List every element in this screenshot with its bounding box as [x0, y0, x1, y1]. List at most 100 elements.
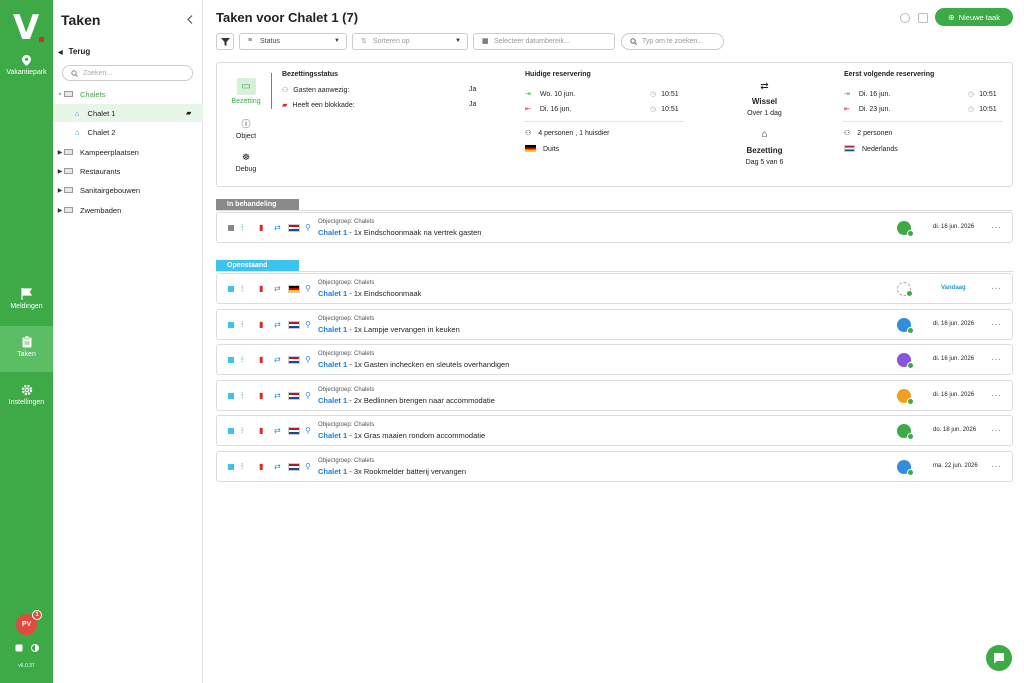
task-row[interactable]: ⦙⦙ ▮ ⇄ ⚲ Objectgroep: Chalets Chalet 1 - 1x E… — [216, 273, 1013, 304]
nav-taken[interactable]: Taken — [0, 326, 53, 372]
nav-meldingen[interactable]: Meldingen — [0, 288, 53, 318]
more-menu-icon[interactable]: ··· — [991, 283, 1001, 294]
print-icon[interactable] — [918, 13, 928, 23]
person-icon: ⚲ — [305, 391, 311, 400]
block-row: ▰ Heeft een blokkade: — [282, 102, 355, 109]
new-task-button[interactable]: ⊕ Nieuwe taak — [935, 8, 1013, 26]
add-assignee-icon — [907, 398, 914, 405]
task-object-link[interactable]: Chalet 1 — [318, 360, 347, 369]
sort-icon: ⇅ — [361, 38, 367, 45]
search-icon — [630, 38, 637, 45]
tree-item-chalet-1[interactable]: ⌂ Chalet 1 ▰ — [53, 104, 203, 122]
assignee-avatar[interactable] — [897, 424, 914, 440]
park-selector[interactable]: Vakantiepark — [0, 55, 53, 76]
nav-instellingen[interactable]: Instellingen — [0, 384, 53, 414]
more-menu-icon[interactable]: ··· — [991, 222, 1001, 233]
checkin-icon: ⇥ — [525, 91, 531, 98]
filter-toggle-button[interactable] — [216, 33, 234, 50]
chevron-down-icon: ▼ — [334, 38, 340, 44]
theme-toggle-icon[interactable] — [31, 644, 39, 652]
tree-item-kampeerplaatsen[interactable]: ▶ Kampeerplaatsen — [53, 143, 203, 161]
task-object-link[interactable]: Chalet 1 — [318, 431, 347, 440]
tab-bezetting[interactable]: ▭ Bezetting — [229, 78, 263, 105]
task-row[interactable]: ⦙⦙ ▮ ⇄ ⚲ Objectgroep: Chalets Chalet 1 - 1x E… — [216, 212, 1013, 243]
task-title[interactable]: Chalet 1 - 3x Rookmelder batterij vervan… — [318, 467, 466, 476]
task-row[interactable]: ⦙⦙ ▮ ⇄ ⚲ Objectgroep: Chalets Chalet 1 - 1x G… — [216, 344, 1013, 375]
group-icon — [64, 149, 73, 155]
assignee-avatar[interactable] — [897, 282, 913, 297]
flag-icon — [288, 463, 300, 471]
checkout-time: ◷ 10:51 — [650, 106, 679, 113]
task-group: Objectgroep: Chalets — [318, 316, 375, 322]
more-menu-icon[interactable]: ··· — [991, 354, 1001, 365]
status-square — [228, 225, 234, 231]
checkin-row: ⇥ Wo. 10 jun. — [525, 91, 576, 98]
task-object-link[interactable]: Chalet 1 — [318, 289, 347, 298]
task-object-link[interactable]: Chalet 1 — [318, 467, 347, 476]
task-search-input[interactable]: Typ om te zoeken... — [621, 33, 724, 50]
person-icon: ⚲ — [305, 462, 311, 471]
task-title[interactable]: Chalet 1 - 1x Eindschoonmaak na vertrek … — [318, 228, 481, 237]
divider — [216, 271, 1013, 272]
more-menu-icon[interactable]: ··· — [991, 461, 1001, 472]
task-row[interactable]: ⦙⦙ ▮ ⇄ ⚲ Objectgroep: Chalets Chalet 1 - 1x G… — [216, 415, 1013, 446]
task-date: Vandaag — [941, 285, 966, 291]
task-object-link[interactable]: Chalet 1 — [318, 396, 347, 405]
status-square — [228, 428, 234, 434]
sort-select[interactable]: ⇅ Sorteren op ▼ — [352, 33, 468, 50]
user-avatar[interactable]: PV 1 — [16, 610, 42, 635]
chevron-left-icon[interactable] — [187, 15, 193, 24]
task-title[interactable]: Chalet 1 - 1x Gras maaien rondom accommo… — [318, 431, 485, 440]
assignee-avatar[interactable] — [897, 389, 914, 405]
task-group: Objectgroep: Chalets — [318, 219, 375, 225]
assignee-avatar[interactable] — [897, 460, 914, 476]
assignee-avatar[interactable] — [897, 221, 914, 237]
park-label: Vakantiepark — [6, 69, 47, 76]
task-row[interactable]: ⦙⦙ ▮ ⇄ ⚲ Objectgroep: Chalets Chalet 1 - 1x L… — [216, 309, 1013, 340]
switch-title: Wissel — [751, 97, 778, 106]
checkout-icon: ⇤ — [525, 106, 531, 113]
tree-item-restaurants[interactable]: ▶ Restaurants — [53, 162, 203, 180]
task-title[interactable]: Chalet 1 - 2x Bedlinnen brengen naar acc… — [318, 396, 495, 405]
add-assignee-icon — [907, 469, 914, 476]
chat-bubble-icon — [994, 653, 1004, 664]
group-icon — [64, 187, 73, 193]
tree-search-input[interactable]: Zoeken... — [62, 65, 193, 81]
assignee-avatar[interactable] — [897, 318, 914, 334]
task-title[interactable]: Chalet 1 - 1x Eindschoonmaak — [318, 289, 421, 298]
tree-item-chalet-2[interactable]: ⌂ Chalet 2 — [53, 123, 203, 141]
next-checkout-time: ◷ 10:51 — [968, 106, 997, 113]
tab-debug[interactable]: ☸ Debug — [229, 152, 263, 173]
status-select[interactable]: ≡ Status ▼ — [239, 33, 347, 50]
settings-icon[interactable] — [900, 13, 910, 23]
task-title[interactable]: Chalet 1 - 1x Lampje vervangen in keuken — [318, 325, 460, 334]
more-menu-icon[interactable]: ··· — [991, 390, 1001, 401]
app-version: v6.0.37 — [18, 663, 35, 669]
tab-object[interactable]: ⓘ Object — [229, 117, 263, 140]
date-range-input[interactable]: ▦ Selecteer datumbereik... — [473, 33, 615, 50]
swap-icon: ⇄ — [274, 355, 281, 364]
more-menu-icon[interactable]: ··· — [991, 319, 1001, 330]
task-row[interactable]: ⦙⦙ ▮ ⇄ ⚲ Objectgroep: Chalets Chalet 1 - 3x R… — [216, 451, 1013, 482]
task-row[interactable]: ⦙⦙ ▮ ⇄ ⚲ Objectgroep: Chalets Chalet 1 - 2x B… — [216, 380, 1013, 411]
caret-right-icon: ▶ — [57, 149, 63, 156]
search-icon — [71, 70, 78, 77]
caret-left-icon: ◀ — [58, 50, 63, 56]
tree-item-chalets[interactable]: ▾ Chalets — [53, 85, 203, 103]
task-object-link[interactable]: Chalet 1 — [318, 325, 347, 334]
calendar-icon: ▦ — [482, 38, 489, 45]
chat-button[interactable] — [986, 645, 1012, 671]
assignee-avatar[interactable] — [897, 353, 914, 369]
app-logo[interactable]: V — [13, 8, 45, 48]
task-title[interactable]: Chalet 1 - 1x Gasten inchecken en sleute… — [318, 360, 509, 369]
task-object-link[interactable]: Chalet 1 — [318, 228, 347, 237]
checkin-time: ◷ 10:51 — [650, 91, 679, 98]
more-menu-icon[interactable]: ··· — [991, 425, 1001, 436]
back-link[interactable]: ◀ Terug — [58, 47, 90, 56]
flag-icon — [288, 285, 300, 293]
priority-bars-icon: ⦙⦙ — [241, 355, 243, 364]
book-icon[interactable] — [15, 644, 23, 652]
tree-item-zwembaden[interactable]: ▶ Zwembaden — [53, 201, 203, 219]
tree-item-sanitairgebouwen[interactable]: ▶ Sanitairgebouwen — [53, 181, 203, 199]
door-icon: ▮ — [259, 462, 264, 471]
